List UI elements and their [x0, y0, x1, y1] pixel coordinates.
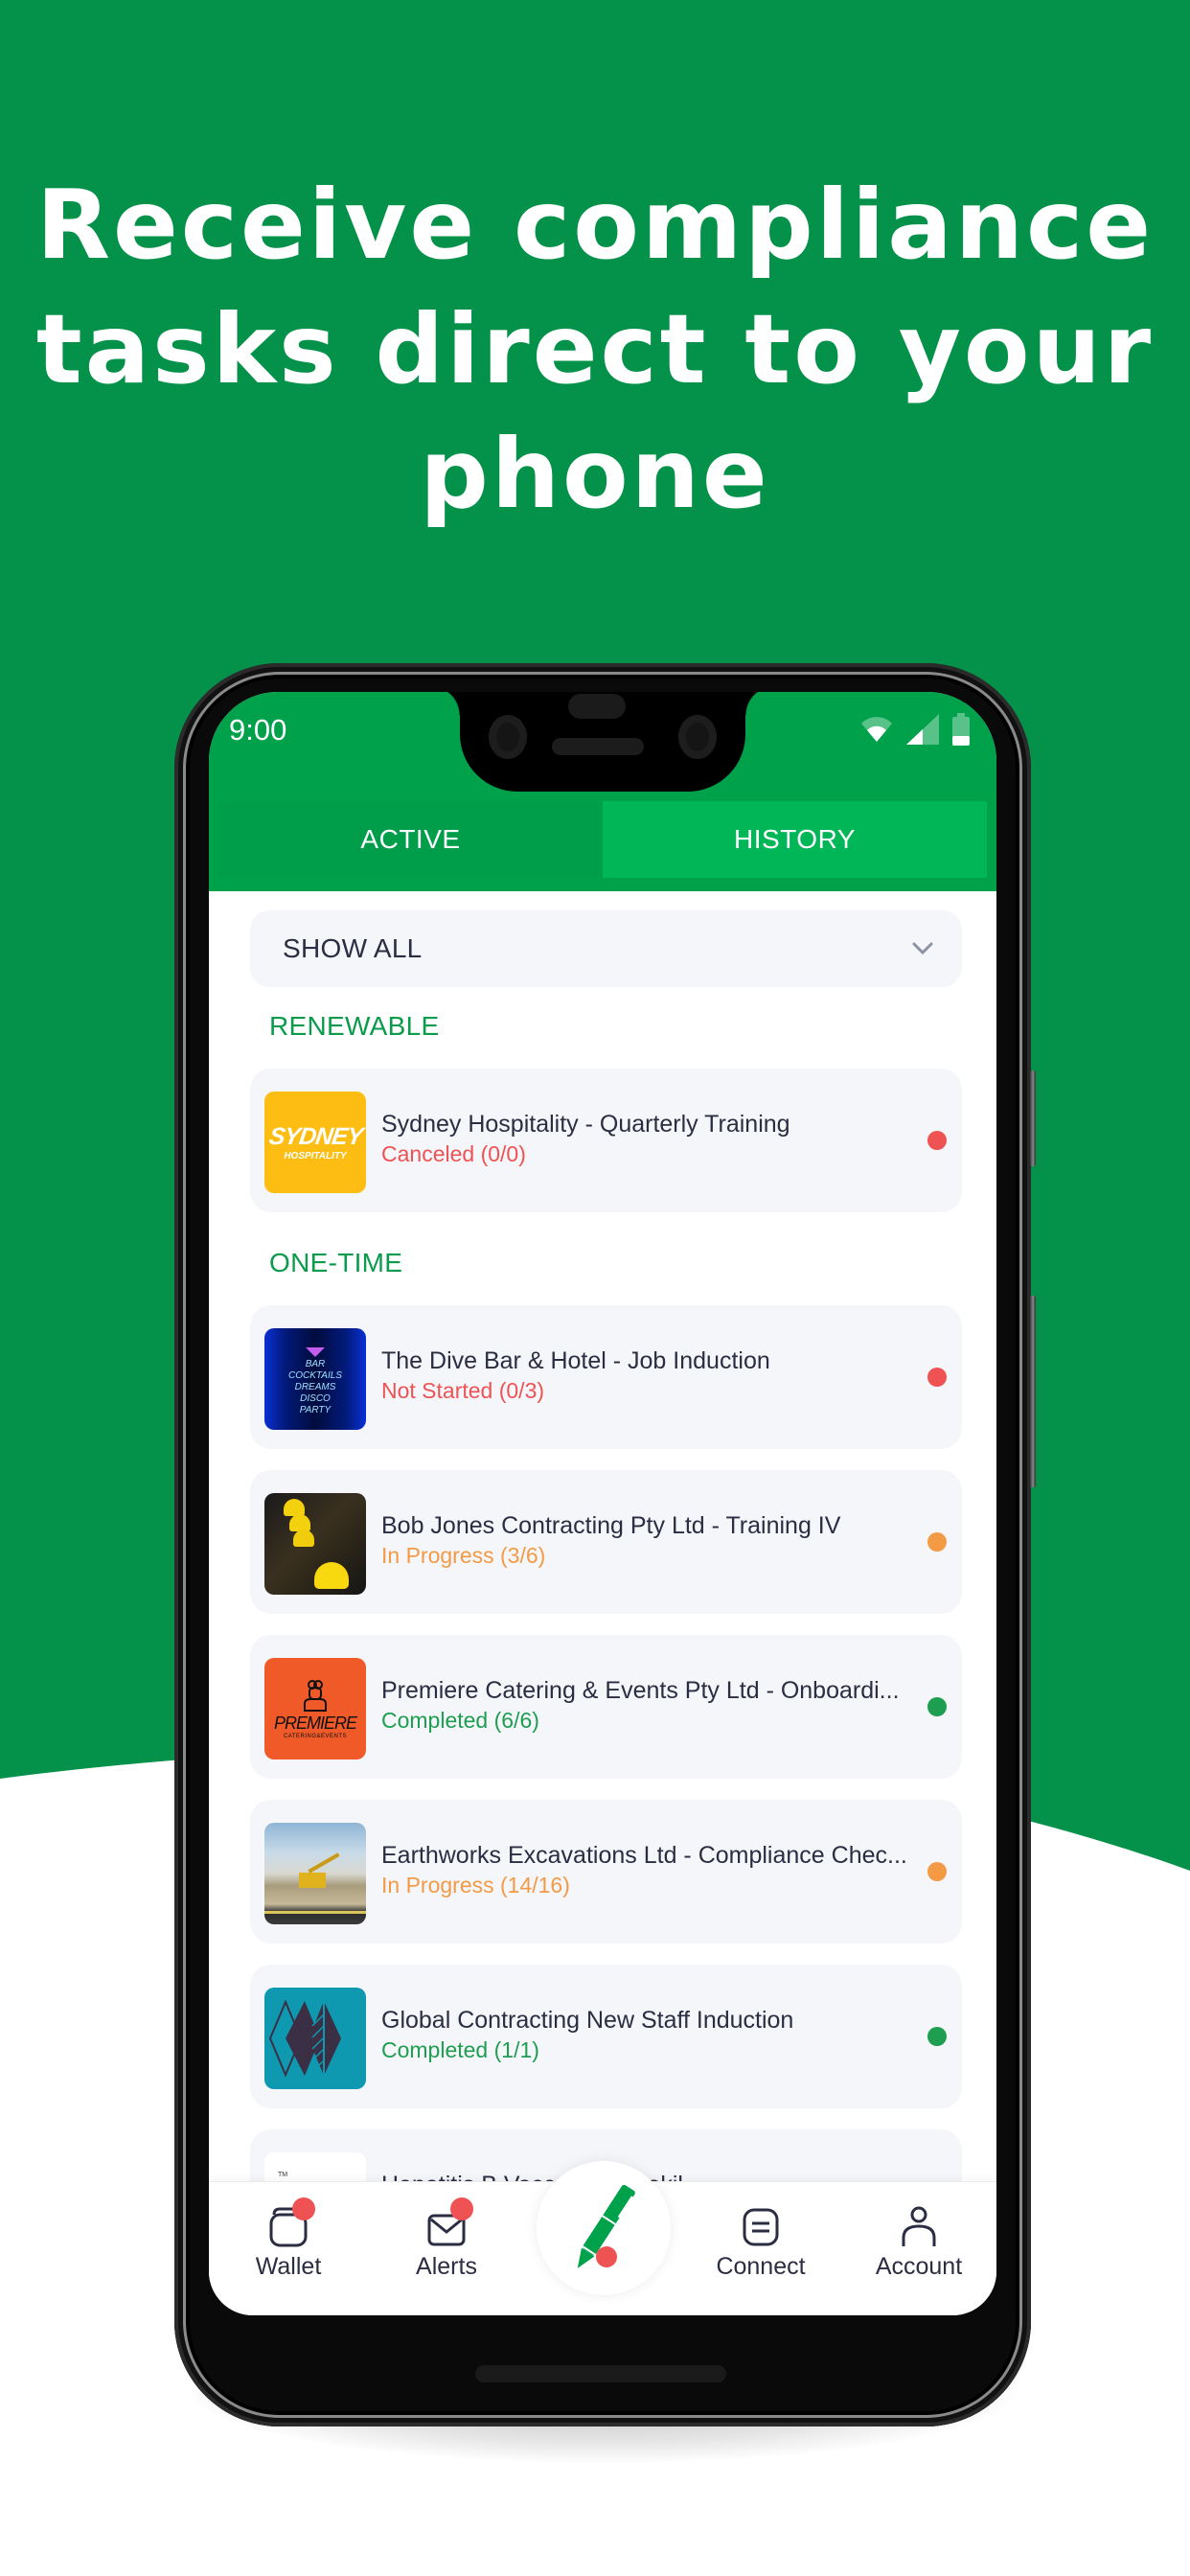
task-card[interactable]: BAR COCKTAILS DREAMS DISCO PARTY The Div…	[250, 1305, 962, 1449]
diamond-logo-icon	[268, 1999, 341, 2078]
camera-notch	[431, 692, 774, 792]
task-status: In Progress (3/6)	[381, 1543, 546, 1568]
excavator-body	[299, 1873, 326, 1888]
task-list[interactable]: SHOW ALL RENEWABLE SYDNEY HOSPITALITY Sy…	[209, 891, 996, 2315]
task-card[interactable]: Bob Jones Contracting Pty Ltd - Training…	[250, 1470, 962, 1614]
bottom-nav: Wallet Alerts Connect Account	[209, 2161, 996, 2315]
task-title: Bob Jones Contracting Pty Ltd - Training…	[381, 1512, 841, 1539]
excavator-photo	[264, 1823, 366, 1924]
premiere-catering-logo: PREMIERE CATERING&EVENTS	[264, 1658, 366, 1760]
logo-subtext: CATERING&EVENTS	[283, 1733, 348, 1739]
filter-selected: SHOW ALL	[283, 933, 423, 963]
task-status: Completed (6/6)	[381, 1708, 539, 1733]
task-card[interactable]: Global Contracting New Staff Induction C…	[250, 1965, 962, 2108]
user-icon-wrap	[890, 2194, 948, 2247]
logo-subtext: HOSPITALITY	[284, 1151, 347, 1162]
front-camera	[489, 715, 527, 759]
neon-text: DREAMS	[294, 1382, 336, 1392]
wallet-badge	[292, 2197, 315, 2220]
wifi-icon	[861, 717, 892, 742]
volume-button	[1030, 1296, 1036, 1487]
phone-chin-speaker	[475, 2365, 726, 2382]
tab-active-label: ACTIVE	[360, 824, 461, 854]
task-title: Premiere Catering & Events Pty Ltd - Onb…	[381, 1677, 900, 1704]
section-one-time: ONE-TIME	[269, 1248, 403, 1277]
nav-connect-label: Connect	[716, 2253, 806, 2280]
global-contracting-logo	[264, 1988, 366, 2089]
status-time: 9:00	[229, 713, 287, 747]
sensor	[568, 694, 626, 719]
hard-hat	[314, 1562, 349, 1589]
wallet-icon-wrap	[260, 2194, 317, 2247]
phone-screen: 9:00 ACTIVE HISTORY SHOW ALL RENEWABLE S…	[209, 692, 996, 2315]
earpiece-speaker	[552, 738, 644, 755]
status-dot	[927, 1862, 947, 1881]
headline-line-3: phone	[420, 418, 770, 530]
nav-alerts-label: Alerts	[416, 2253, 477, 2280]
nav-wallet-label: Wallet	[255, 2253, 322, 2280]
arrow-shape	[306, 1347, 325, 1357]
task-card[interactable]: PREMIERE CATERING&EVENTS Premiere Cateri…	[250, 1635, 962, 1779]
status-dot	[927, 1131, 947, 1150]
chat-icon-wrap	[732, 2194, 790, 2247]
task-status: In Progress (14/16)	[381, 1873, 570, 1898]
status-bar: 9:00	[209, 692, 996, 809]
chat-icon	[743, 2208, 779, 2246]
neon-bar-sign-photo: BAR COCKTAILS DREAMS DISCO PARTY	[264, 1328, 366, 1430]
hard-hat	[293, 1530, 314, 1547]
nav-connect[interactable]: Connect	[698, 2194, 823, 2281]
nav-account[interactable]: Account	[857, 2194, 981, 2281]
tab-bar: ACTIVE HISTORY	[218, 801, 987, 878]
filter-dropdown[interactable]: SHOW ALL	[250, 910, 962, 987]
mail-icon-wrap	[418, 2194, 475, 2247]
hard-hats-photo	[264, 1493, 366, 1595]
headline-line-1: Receive compliance	[35, 169, 1155, 281]
task-title: The Dive Bar & Hotel - Job Induction	[381, 1347, 770, 1374]
signal-icon	[906, 714, 939, 745]
task-card[interactable]: Earthworks Excavations Ltd - Compliance …	[250, 1800, 962, 1944]
road-line	[264, 1911, 366, 1914]
pen-icon	[577, 2184, 635, 2268]
status-dot	[927, 1368, 947, 1387]
neon-text: BAR	[305, 1359, 326, 1369]
neon-text: PARTY	[299, 1405, 332, 1415]
task-title: Global Contracting New Staff Induction	[381, 2007, 794, 2034]
tab-active[interactable]: ACTIVE	[218, 801, 603, 878]
hard-hat	[289, 1514, 310, 1531]
excavator-arm	[308, 1852, 340, 1874]
nav-wallet[interactable]: Wallet	[226, 2194, 351, 2281]
neon-text: DISCO	[300, 1393, 331, 1404]
sydney-hospitality-logo: SYDNEY HOSPITALITY	[264, 1092, 366, 1193]
tm-mark: TM	[278, 2172, 288, 2178]
logo-text: SYDNEY	[266, 1123, 364, 1150]
chevron-down-icon	[912, 942, 933, 955]
status-dot	[927, 2027, 947, 2046]
neon-text: COCKTAILS	[288, 1370, 342, 1381]
tab-history-label: HISTORY	[734, 824, 856, 854]
task-title: Sydney Hospitality - Quarterly Training	[381, 1111, 790, 1138]
status-dot	[927, 1697, 947, 1716]
sign-task-button[interactable]	[537, 2161, 671, 2295]
logo-text: PREMIERE	[273, 1713, 357, 1733]
power-button	[1030, 1070, 1036, 1166]
task-status: Canceled (0/0)	[381, 1141, 526, 1166]
headline: Receive compliance tasks direct to your …	[0, 163, 1190, 537]
task-title: Earthworks Excavations Ltd - Compliance …	[381, 1842, 907, 1869]
section-renewable: RENEWABLE	[269, 1011, 440, 1041]
task-status: Not Started (0/3)	[381, 1378, 545, 1403]
front-camera-2	[678, 715, 717, 759]
chef-icon	[304, 1679, 327, 1712]
status-dot	[927, 1532, 947, 1552]
headline-line-2: tasks direct to your	[35, 293, 1155, 405]
alerts-badge	[450, 2197, 473, 2220]
status-icons	[860, 713, 970, 746]
user-icon	[902, 2206, 936, 2246]
nav-alerts[interactable]: Alerts	[384, 2194, 509, 2281]
nav-account-label: Account	[875, 2253, 963, 2280]
tab-history[interactable]: HISTORY	[603, 801, 987, 878]
task-card[interactable]: SYDNEY HOSPITALITY Sydney Hospitality - …	[250, 1069, 962, 1212]
battery-icon	[952, 713, 970, 746]
task-status: Completed (1/1)	[381, 2037, 539, 2062]
